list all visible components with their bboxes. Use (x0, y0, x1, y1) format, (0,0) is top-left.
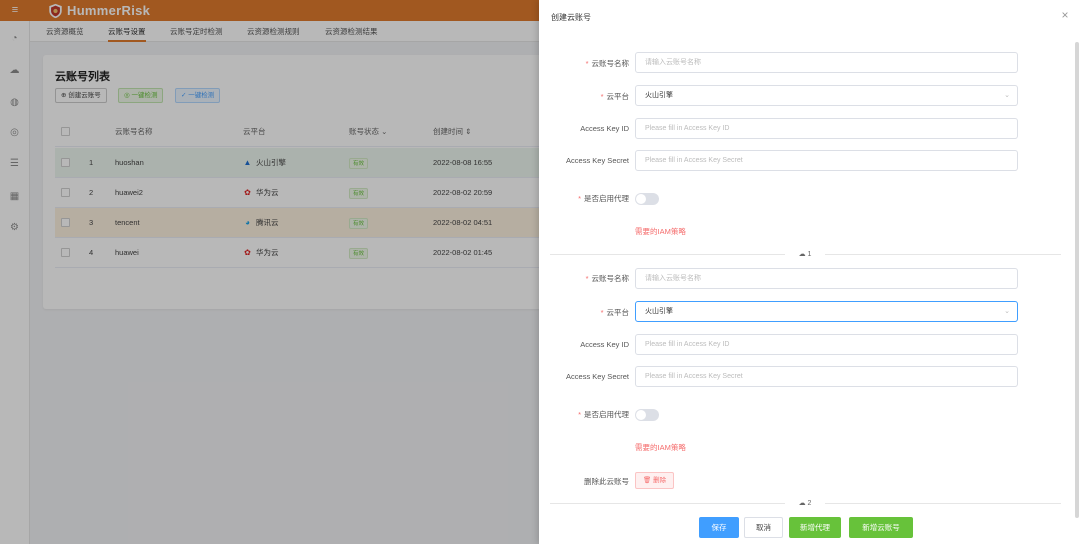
delete-button-label: 删除 (653, 477, 667, 484)
account-name-label-text: 云账号名称 (591, 59, 630, 68)
access-key-id-label: Access Key ID (580, 340, 629, 349)
access-key-id-label: Access Key ID (580, 124, 629, 133)
proxy-label: * 是否启用代理 (578, 410, 629, 419)
cancel-button[interactable]: 取消 (744, 517, 783, 538)
platform-label: * 云平台 (600, 308, 630, 317)
divider-number: 1 (807, 251, 812, 258)
delete-account-label: 删除此云账号 (584, 477, 629, 486)
platform-label-text: 云平台 (606, 308, 630, 317)
access-key-id-input[interactable]: Please fill in Access Key ID (635, 118, 1018, 139)
close-icon[interactable]: × (1059, 9, 1071, 21)
access-key-secret-input[interactable]: Please fill in Access Key Secret (635, 150, 1018, 171)
platform-select[interactable]: 火山引擎 ⌄ (635, 301, 1018, 322)
account-name-input[interactable]: 请输入云账号名称 (635, 268, 1018, 289)
iam-policy-link[interactable]: 需要的IAM策略 (635, 442, 686, 453)
divider-number: 2 (807, 500, 812, 507)
toggle-knob (636, 194, 646, 204)
proxy-toggle[interactable] (635, 409, 659, 421)
save-button[interactable]: 保存 (699, 517, 739, 538)
account-name-label: * 云账号名称 (585, 274, 630, 283)
proxy-label: * 是否启用代理 (578, 194, 629, 203)
trash-icon: 🗑 (643, 477, 654, 484)
account-name-label: * 云账号名称 (585, 59, 630, 68)
create-account-drawer: 创建云账号 × * 云账号名称 请输入云账号名称 * 云平台 火山引擎 ⌄ Acces… (539, 0, 1080, 544)
cloud-icon: ☁ (798, 500, 808, 507)
delete-account-button[interactable]: 🗑 删除 (635, 472, 675, 489)
account-divider-label: ☁ 1 (785, 250, 825, 258)
proxy-label-text: 是否启用代理 (584, 194, 629, 203)
chevron-down-icon: ⌄ (1004, 308, 1010, 315)
account-name-input[interactable]: 请输入云账号名称 (635, 52, 1018, 73)
access-key-id-input[interactable]: Please fill in Access Key ID (635, 334, 1018, 355)
access-key-secret-input[interactable]: Please fill in Access Key Secret (635, 366, 1018, 387)
toggle-knob (636, 410, 646, 420)
platform-label: * 云平台 (600, 92, 630, 101)
account-name-label-text: 云账号名称 (591, 274, 630, 283)
chevron-down-icon: ⌄ (1004, 92, 1010, 99)
proxy-toggle[interactable] (635, 193, 659, 205)
iam-policy-link[interactable]: 需要的IAM策略 (635, 226, 686, 237)
scrollbar[interactable] (1075, 42, 1079, 518)
platform-select[interactable]: 火山引擎 ⌄ (635, 85, 1018, 106)
access-key-secret-label: Access Key Secret (566, 372, 629, 381)
add-proxy-button[interactable]: 新增代理 (789, 517, 841, 538)
account-divider-label: ☁ 2 (785, 499, 825, 507)
proxy-label-text: 是否启用代理 (584, 410, 629, 419)
access-key-secret-label: Access Key Secret (566, 156, 629, 165)
drawer-title: 创建云账号 (551, 13, 591, 22)
add-account-button[interactable]: 新增云账号 (849, 517, 913, 538)
platform-value: 火山引擎 (645, 92, 673, 99)
platform-label-text: 云平台 (606, 92, 630, 101)
platform-value: 火山引擎 (645, 308, 673, 315)
cloud-icon: ☁ (798, 251, 808, 258)
